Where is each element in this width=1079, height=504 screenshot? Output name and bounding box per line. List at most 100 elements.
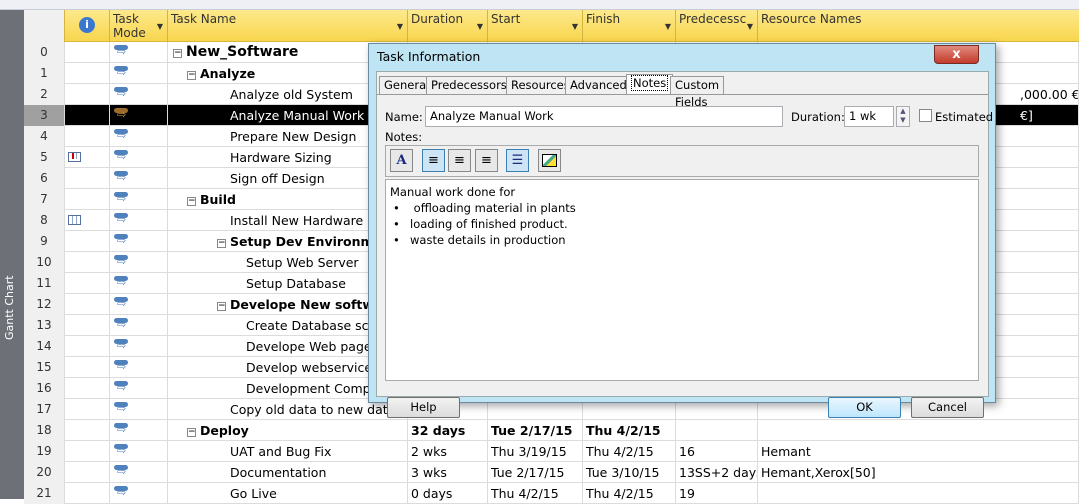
header-predecessors[interactable]: Predecessc ▼ bbox=[676, 10, 758, 42]
task-mode-cell[interactable] bbox=[110, 252, 168, 273]
row-id[interactable]: 10 bbox=[24, 252, 65, 273]
indicator-cell[interactable] bbox=[65, 210, 110, 231]
indicator-cell[interactable] bbox=[65, 252, 110, 273]
task-mode-cell[interactable] bbox=[110, 441, 168, 462]
insert-object-button[interactable] bbox=[538, 149, 561, 172]
row-id[interactable]: 21 bbox=[24, 483, 65, 504]
task-mode-cell[interactable] bbox=[110, 210, 168, 231]
indicator-cell[interactable] bbox=[65, 168, 110, 189]
align-center-button[interactable]: ≡ bbox=[448, 149, 471, 172]
task-mode-cell[interactable] bbox=[110, 483, 168, 504]
collapse-icon[interactable]: − bbox=[187, 71, 196, 80]
header-resource-names[interactable]: Resource Names bbox=[758, 10, 1079, 42]
res-cell[interactable]: Hemant,Xerox[50] bbox=[758, 462, 1079, 483]
indicator-cell[interactable] bbox=[65, 315, 110, 336]
collapse-icon[interactable]: − bbox=[217, 239, 226, 248]
indicator-cell[interactable] bbox=[65, 336, 110, 357]
task-name-cell[interactable]: Documentation bbox=[168, 462, 408, 483]
duration-cell[interactable]: 0 days bbox=[408, 483, 488, 504]
indicator-cell[interactable] bbox=[65, 294, 110, 315]
font-button[interactable]: A bbox=[390, 149, 413, 172]
row-id[interactable]: 12 bbox=[24, 294, 65, 315]
select-all[interactable] bbox=[24, 10, 65, 42]
collapse-icon[interactable]: − bbox=[173, 49, 182, 58]
row-id[interactable]: 15 bbox=[24, 357, 65, 378]
cancel-button[interactable]: Cancel bbox=[911, 397, 984, 418]
row-id[interactable]: 2 bbox=[24, 84, 65, 105]
indicator-cell[interactable] bbox=[65, 273, 110, 294]
indicator-cell[interactable] bbox=[65, 105, 110, 126]
indicator-cell[interactable] bbox=[65, 42, 110, 63]
row-id[interactable]: 18 bbox=[24, 420, 65, 441]
indicator-cell[interactable] bbox=[65, 441, 110, 462]
indicator-cell[interactable] bbox=[65, 378, 110, 399]
task-mode-cell[interactable] bbox=[110, 378, 168, 399]
name-input[interactable]: Analyze Manual Work bbox=[425, 106, 783, 127]
task-name-cell[interactable]: Go Live bbox=[168, 483, 408, 504]
task-mode-cell[interactable] bbox=[110, 105, 168, 126]
indicator-cell[interactable] bbox=[65, 483, 110, 504]
task-mode-cell[interactable] bbox=[110, 189, 168, 210]
tab-custom-fields[interactable]: Custom Fields bbox=[670, 76, 725, 109]
task-mode-cell[interactable] bbox=[110, 420, 168, 441]
task-mode-cell[interactable] bbox=[110, 147, 168, 168]
indicator-cell[interactable] bbox=[65, 147, 110, 168]
header-duration[interactable]: Duration ▼ bbox=[408, 10, 488, 42]
table-row[interactable]: 20 Documentation 3 wksTue 2/17/15Tue 3/10/… bbox=[24, 462, 1079, 483]
header-task-mode[interactable]: Task Mode ▼ bbox=[110, 10, 168, 42]
ok-button[interactable]: OK bbox=[828, 397, 901, 418]
collapse-icon[interactable]: − bbox=[217, 302, 226, 311]
task-mode-cell[interactable] bbox=[110, 84, 168, 105]
indicator-cell[interactable] bbox=[65, 63, 110, 84]
row-id[interactable]: 3 bbox=[24, 105, 65, 126]
res-cell[interactable] bbox=[758, 420, 1079, 441]
dropdown-icon[interactable]: ▼ bbox=[572, 20, 578, 34]
task-mode-cell[interactable] bbox=[110, 462, 168, 483]
start-cell[interactable]: Tue 2/17/15 bbox=[488, 462, 583, 483]
finish-cell[interactable]: Thu 4/2/15 bbox=[583, 483, 676, 504]
start-cell[interactable]: Thu 4/2/15 bbox=[488, 483, 583, 504]
table-row[interactable]: 18−Deploy32 daysTue 2/17/15Thu 4/2/15 bbox=[24, 420, 1079, 441]
header-task-name[interactable]: Task Name ▼ bbox=[168, 10, 408, 42]
task-mode-cell[interactable] bbox=[110, 336, 168, 357]
duration-cell[interactable]: 3 wks bbox=[408, 462, 488, 483]
task-mode-cell[interactable] bbox=[110, 357, 168, 378]
dropdown-icon[interactable]: ▼ bbox=[397, 20, 403, 34]
indicator-cell[interactable] bbox=[65, 420, 110, 441]
row-id[interactable]: 6 bbox=[24, 168, 65, 189]
task-mode-cell[interactable] bbox=[110, 168, 168, 189]
res-cell[interactable] bbox=[758, 483, 1079, 504]
align-left-button[interactable]: ≡ bbox=[422, 149, 445, 172]
header-start[interactable]: Start ▼ bbox=[488, 10, 583, 42]
collapse-icon[interactable]: − bbox=[187, 197, 196, 206]
dropdown-icon[interactable]: ▼ bbox=[157, 20, 163, 34]
indicator-cell[interactable] bbox=[65, 84, 110, 105]
finish-cell[interactable]: Tue 3/10/15 bbox=[583, 462, 676, 483]
task-name-cell[interactable]: UAT and Bug Fix bbox=[168, 441, 408, 462]
indicator-cell[interactable] bbox=[65, 399, 110, 420]
indicator-cell[interactable] bbox=[65, 189, 110, 210]
header-finish[interactable]: Finish ▼ bbox=[583, 10, 676, 42]
task-mode-cell[interactable] bbox=[110, 63, 168, 84]
task-mode-cell[interactable] bbox=[110, 231, 168, 252]
row-id[interactable]: 13 bbox=[24, 315, 65, 336]
start-cell[interactable]: Tue 2/17/15 bbox=[488, 420, 583, 441]
task-mode-cell[interactable] bbox=[110, 42, 168, 63]
pred-cell[interactable]: 13SS+2 days bbox=[676, 462, 758, 483]
duration-input[interactable]: 1 wk bbox=[844, 106, 894, 127]
row-id[interactable]: 5 bbox=[24, 147, 65, 168]
dropdown-icon[interactable]: ▼ bbox=[665, 20, 671, 34]
row-id[interactable]: 9 bbox=[24, 231, 65, 252]
dropdown-icon[interactable]: ▼ bbox=[477, 20, 483, 34]
collapse-icon[interactable]: − bbox=[187, 428, 196, 437]
task-mode-cell[interactable] bbox=[110, 315, 168, 336]
task-mode-cell[interactable] bbox=[110, 126, 168, 147]
row-id[interactable]: 11 bbox=[24, 273, 65, 294]
estimated-checkbox[interactable] bbox=[919, 109, 932, 122]
task-mode-cell[interactable] bbox=[110, 273, 168, 294]
duration-cell[interactable]: 2 wks bbox=[408, 441, 488, 462]
res-cell[interactable]: Hemant bbox=[758, 441, 1079, 462]
row-id[interactable]: 17 bbox=[24, 399, 65, 420]
table-row[interactable]: 19 UAT and Bug Fix 2 wksThu 3/19/15Thu 4/2… bbox=[24, 441, 1079, 462]
start-cell[interactable]: Thu 3/19/15 bbox=[488, 441, 583, 462]
